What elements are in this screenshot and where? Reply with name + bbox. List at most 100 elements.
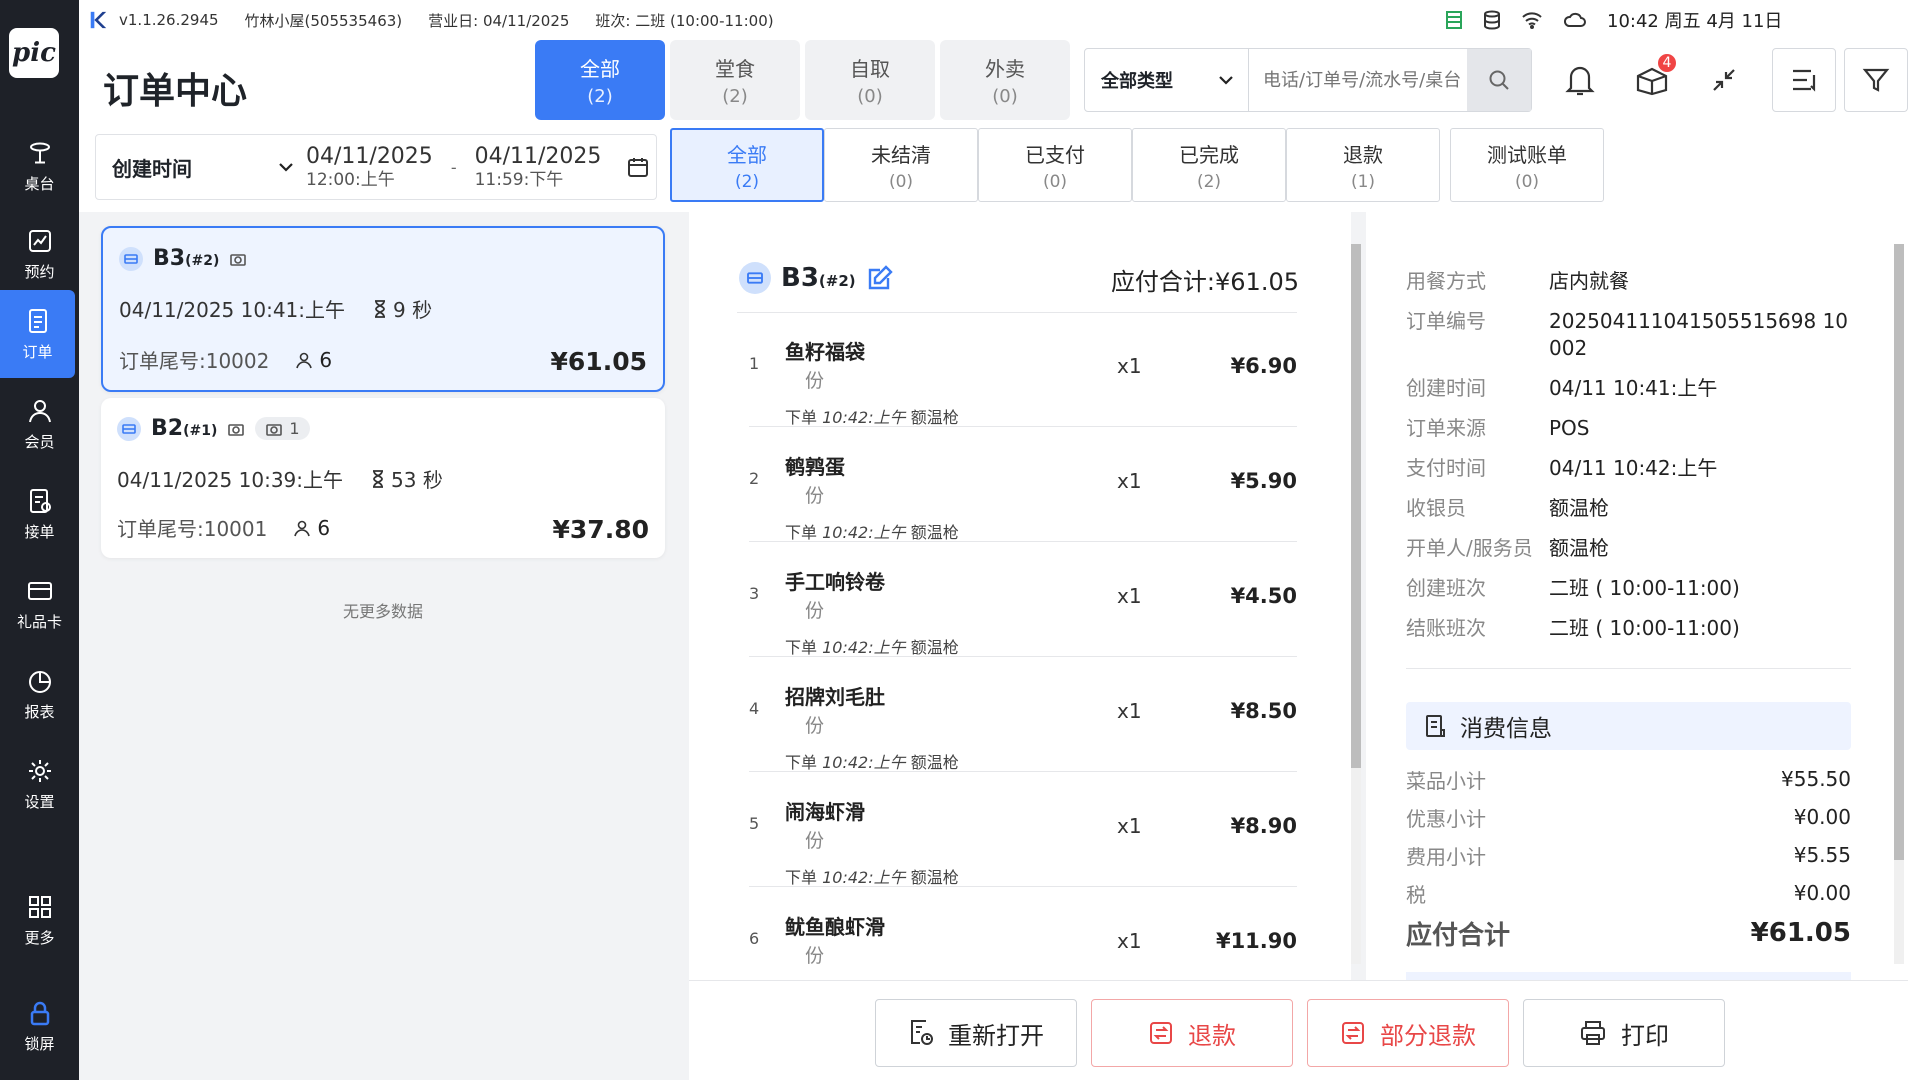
order-card[interactable]: B2(#1) 1 04/11/2025 10:39:上午 53 秒 订单尾号:1… [101, 398, 665, 558]
detail-table: B3 [781, 263, 819, 293]
sidebar-item-lock[interactable]: 锁屏 [0, 982, 79, 1070]
info-row: 支付时间 04/11 10:42:上午 [1406, 455, 1851, 482]
search-button[interactable] [1467, 49, 1531, 111]
tab-count: (0) [1514, 171, 1540, 192]
status-tab-unsettled[interactable]: 未结清 (0) [824, 128, 978, 202]
tab-label: 退款 [1343, 142, 1383, 167]
status-tab-paid[interactable]: 已支付 (0) [978, 128, 1132, 202]
report-icon [28, 670, 51, 693]
item-meta: 下单 10:42:上午 额温枪 [785, 634, 959, 658]
app-version: v1.1.26.2945 [119, 11, 219, 29]
calendar-icon[interactable] [627, 156, 649, 178]
tab-delivery[interactable]: 外卖 (0) [940, 40, 1070, 120]
reopen-button[interactable]: 重新打开 [875, 999, 1077, 1067]
sidebar-item-label: 订单 [22, 342, 53, 361]
info-row: 订单编号 202504111041505515698 10002 [1406, 308, 1851, 362]
type-select[interactable]: 全部类型 [1085, 49, 1249, 111]
meta-time: 10:42:上午 [822, 868, 906, 887]
search-input[interactable] [1249, 49, 1467, 111]
info-key: 用餐方式 [1406, 269, 1486, 293]
list-item[interactable]: 6 鱿鱼酿虾滑 份 x1 ¥11.90 [749, 887, 1297, 980]
sidebar-item-members[interactable]: 会员 [0, 380, 79, 468]
sidebar-item-label: 礼品卡 [16, 612, 62, 631]
item-name: 鱿鱼酿虾滑 [785, 915, 885, 939]
sidebar-item-more[interactable]: 更多 [0, 876, 79, 964]
more-icon [28, 895, 51, 918]
sidebar-item-label: 桌台 [24, 174, 55, 193]
guest-icon [294, 520, 311, 536]
order-card[interactable]: B3(#2) 04/11/2025 10:41:上午 9 秒 订单尾号:1000… [101, 226, 665, 392]
item-price: ¥8.90 [1230, 814, 1297, 838]
item-price: ¥6.90 [1230, 354, 1297, 378]
scroll-thumb[interactable] [1894, 244, 1904, 860]
refund-label: 退款 [1188, 1021, 1236, 1050]
tab-dine-in[interactable]: 堂食 (2) [670, 40, 800, 120]
scroll-thumb[interactable] [1351, 244, 1361, 768]
divider [1406, 668, 1851, 669]
print-button[interactable]: 打印 [1523, 999, 1725, 1067]
status-tab-completed[interactable]: 已完成 (2) [1132, 128, 1286, 202]
sidebar-item-tables[interactable]: 桌台 [0, 122, 79, 210]
info-scrollbar[interactable] [1892, 230, 1906, 978]
date-field-select[interactable]: 创建时间 [96, 153, 306, 182]
list-item[interactable]: 4 招牌刘毛肚 份 x1 ¥8.50 下单 10:42:上午 额温枪 [749, 657, 1297, 772]
status-tab-test-bill[interactable]: 测试账单 (0) [1450, 128, 1604, 202]
sort-button[interactable] [1772, 48, 1836, 112]
print-count-pill: 1 [255, 417, 310, 440]
end-datetime[interactable]: 04/11/2025 11:59:下午 [474, 143, 602, 189]
tab-label: 未结清 [871, 142, 931, 167]
search-bar: 全部类型 [1084, 48, 1532, 112]
fee-value: ¥55.50 [1781, 767, 1851, 791]
start-datetime[interactable]: 04/11/2025 12:00:上午 [306, 145, 433, 189]
list-item[interactable]: 3 手工响铃卷 份 x1 ¥4.50 下单 10:42:上午 额温枪 [749, 542, 1297, 657]
order-list: B3(#2) 04/11/2025 10:41:上午 9 秒 订单尾号:1000… [79, 212, 687, 1080]
sidebar-item-reports[interactable]: 报表 [0, 650, 79, 738]
sidebar-item-accept-orders[interactable]: 接单 [0, 470, 79, 558]
partial-refund-button[interactable]: 部分退款 [1307, 999, 1509, 1067]
item-list: 1 鱼籽福袋 份 x1 ¥6.90 下单 10:42:上午 额温枪 2 鹌鹑蛋 … [749, 312, 1297, 980]
edit-icon[interactable] [866, 264, 894, 292]
range-separator: - [450, 157, 457, 177]
end-date: 04/11/2025 [474, 143, 602, 169]
sidebar-item-reservation[interactable]: 预约 [0, 210, 79, 298]
info-key: 开单人/服务员 [1406, 536, 1533, 560]
sidebar-item-label: 报表 [24, 702, 55, 721]
page-title: 订单中心 [103, 71, 248, 112]
item-qty: x1 [1117, 354, 1142, 378]
gift-card-icon [27, 581, 52, 600]
header-actions: 4 [1548, 48, 1908, 112]
fee-total-value: ¥61.05 [1750, 918, 1851, 948]
info-row: 创建班次 二班 ( 10:00-11:00) [1406, 575, 1851, 602]
list-item[interactable]: 1 鱼籽福袋 份 x1 ¥6.90 下单 10:42:上午 额温枪 [749, 312, 1297, 427]
delivery-orders-button[interactable]: 4 [1620, 48, 1684, 112]
tab-pickup[interactable]: 自取 (0) [805, 40, 935, 120]
header: 订单中心 全部 (2) 堂食 (2) 自取 (0) 外卖 (0) 全部类型 4 [79, 40, 1908, 212]
sidebar-item-gift-card[interactable]: 礼品卡 [0, 560, 79, 648]
sidebar-item-label: 会员 [24, 432, 55, 451]
consume-title: 消费信息 [1460, 716, 1552, 742]
item-list-scrollbar[interactable] [1349, 230, 1363, 978]
sidebar-item-settings[interactable]: 设置 [0, 740, 79, 828]
meta-staff: 额温枪 [910, 638, 959, 657]
status-tab-all[interactable]: 全部 (2) [670, 128, 824, 202]
refund-button[interactable]: 退款 [1091, 999, 1293, 1067]
fee-row: 费用小计 ¥5.55 [1406, 836, 1851, 874]
item-no: 2 [749, 469, 760, 488]
channel-tabs: 全部 (2) 堂食 (2) 自取 (0) 外卖 (0) [535, 40, 1070, 120]
list-item[interactable]: 2 鹌鹑蛋 份 x1 ¥5.90 下单 10:42:上午 额温枪 [749, 427, 1297, 542]
notification-button[interactable] [1548, 48, 1612, 112]
item-price: ¥5.90 [1230, 469, 1297, 493]
order-duration: 53 秒 [391, 468, 443, 492]
status-tab-refund[interactable]: 退款 (1) [1286, 128, 1440, 202]
filter-button[interactable] [1844, 48, 1908, 112]
list-item[interactable]: 5 闹海虾滑 份 x1 ¥8.90 下单 10:42:上午 额温枪 [749, 772, 1297, 887]
item-unit: 份 [805, 830, 825, 852]
sidebar-item-label: 接单 [24, 522, 55, 541]
date-range-filter[interactable]: 创建时间 04/11/2025 12:00:上午 - 04/11/2025 11… [95, 134, 657, 200]
collapse-button[interactable] [1692, 48, 1756, 112]
tab-all[interactable]: 全部 (2) [535, 40, 665, 120]
item-qty: x1 [1117, 699, 1142, 723]
meta-time: 10:42:上午 [822, 638, 906, 657]
bell-icon [1565, 66, 1595, 96]
sidebar-item-orders[interactable]: 订单 [0, 290, 75, 378]
